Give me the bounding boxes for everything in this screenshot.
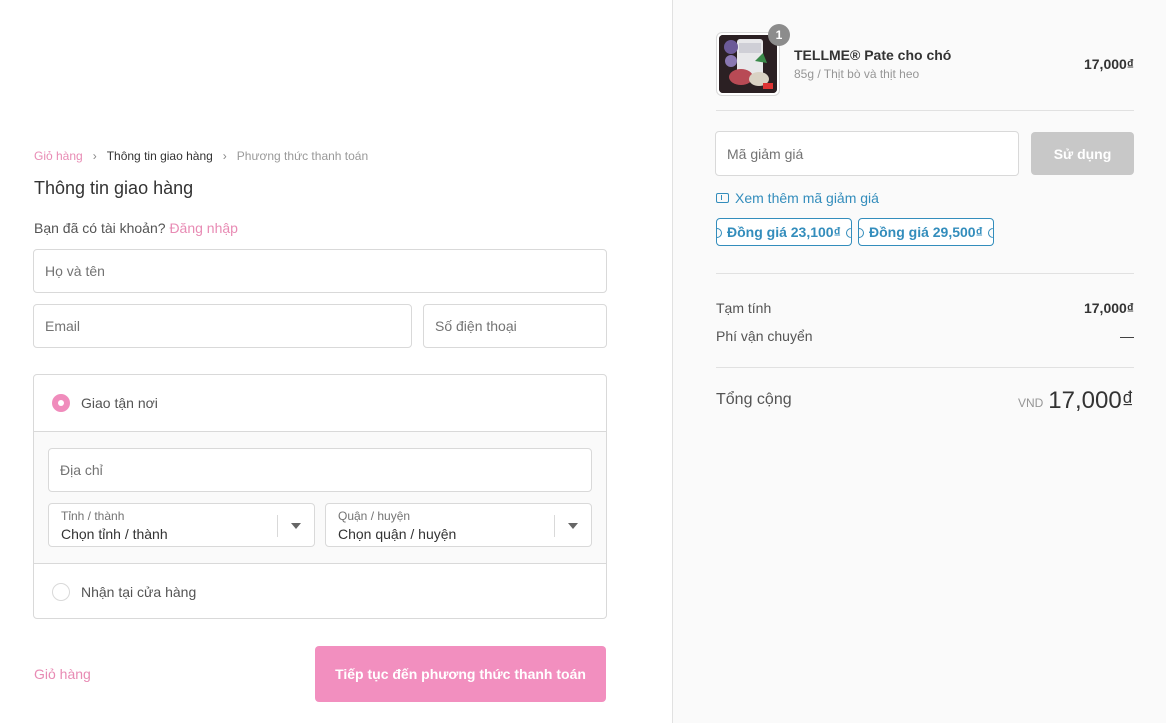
caret-down-icon: [568, 523, 578, 529]
product-image: [719, 35, 777, 93]
pickup-radio[interactable]: [52, 583, 70, 601]
currency-code: VND: [1018, 396, 1044, 410]
province-value: Chọn tỉnh / thành: [61, 526, 168, 542]
address-input[interactable]: [60, 462, 580, 478]
shipping-fee-label: Phí vận chuyển: [716, 328, 813, 344]
total-value: 17,000₫: [1048, 387, 1134, 414]
phone-input[interactable]: [435, 318, 595, 334]
breadcrumb: Giỏ hàng › Thông tin giao hàng › Phương …: [34, 149, 368, 163]
deliver-option[interactable]: Giao tận nơi: [34, 375, 606, 431]
subtotal-label: Tạm tính: [716, 300, 772, 316]
total-label: Tổng cộng: [716, 391, 792, 408]
divider: [716, 273, 1134, 274]
product-price: 17,000₫: [1083, 56, 1134, 72]
back-to-cart-link[interactable]: Giỏ hàng: [34, 666, 91, 682]
phone-field[interactable]: [423, 304, 607, 348]
province-label: Tỉnh / thành: [61, 509, 125, 523]
select-divider: [277, 515, 278, 537]
product-thumbnail: 1: [716, 24, 790, 96]
caret-down-icon: [291, 523, 301, 529]
province-select[interactable]: Tỉnh / thành Chọn tỉnh / thành: [48, 503, 315, 547]
ticket-icon: [716, 193, 729, 203]
deliver-label: Giao tận nơi: [81, 395, 158, 411]
district-label: Quận / huyện: [338, 509, 411, 523]
divider: [716, 367, 1134, 368]
chevron-right-icon: ›: [92, 149, 97, 163]
discount-input[interactable]: [727, 145, 1007, 162]
shipping-fee-value: —: [1120, 328, 1134, 344]
email-input[interactable]: [45, 318, 400, 334]
product-variant: 85g / Thịt bò và thịt heo: [794, 67, 920, 81]
apply-discount-button[interactable]: Sử dụng: [1031, 132, 1134, 175]
deliver-radio[interactable]: [52, 394, 70, 412]
pickup-label: Nhận tại cửa hàng: [81, 584, 197, 600]
subtotal-value: 17,000₫: [1083, 300, 1134, 316]
district-value: Chọn quận / huyện: [338, 526, 457, 542]
fullname-input[interactable]: [45, 263, 595, 279]
login-prompt: Bạn đã có tài khoản? Đăng nhập: [34, 220, 238, 236]
address-field[interactable]: [48, 448, 592, 492]
product-name: TELLME® Pate cho chó: [794, 47, 952, 63]
section-title: Thông tin giao hàng: [34, 178, 194, 198]
breadcrumb-shipping: Thông tin giao hàng: [106, 149, 213, 163]
fullname-field[interactable]: [33, 249, 607, 293]
shipping-method-box: Giao tận nơi Tỉnh / thành Chọn tỉnh / th…: [33, 374, 607, 619]
login-link[interactable]: Đăng nhập: [169, 220, 238, 236]
chevron-right-icon: ›: [222, 149, 227, 163]
continue-to-payment-button[interactable]: Tiếp tục đến phương thức thanh toán: [315, 646, 606, 702]
order-summary-sidebar: [672, 0, 1166, 723]
coupon-tag[interactable]: Đồng giá 29,500₫: [858, 218, 994, 246]
district-select[interactable]: Quận / huyện Chọn quận / huyện: [325, 503, 592, 547]
email-field[interactable]: [33, 304, 412, 348]
have-account-text: Bạn đã có tài khoản?: [34, 220, 166, 236]
delivery-details: Tỉnh / thành Chọn tỉnh / thành Quận / hu…: [34, 431, 606, 564]
more-coupons-label: Xem thêm mã giảm giá: [735, 190, 879, 206]
select-divider: [554, 515, 555, 537]
pickup-option[interactable]: Nhận tại cửa hàng: [34, 564, 606, 618]
breadcrumb-payment: Phương thức thanh toán: [236, 149, 369, 163]
product-package-graphic: [719, 35, 777, 93]
divider: [716, 110, 1134, 111]
coupon-tag[interactable]: Đồng giá 23,100₫: [716, 218, 852, 246]
discount-field[interactable]: [715, 131, 1019, 176]
breadcrumb-cart[interactable]: Giỏ hàng: [34, 149, 83, 163]
quantity-badge: 1: [768, 24, 790, 46]
more-coupons-link[interactable]: Xem thêm mã giảm giá: [716, 190, 879, 206]
checkout-main: Giỏ hàng › Thông tin giao hàng › Phương …: [0, 0, 672, 723]
